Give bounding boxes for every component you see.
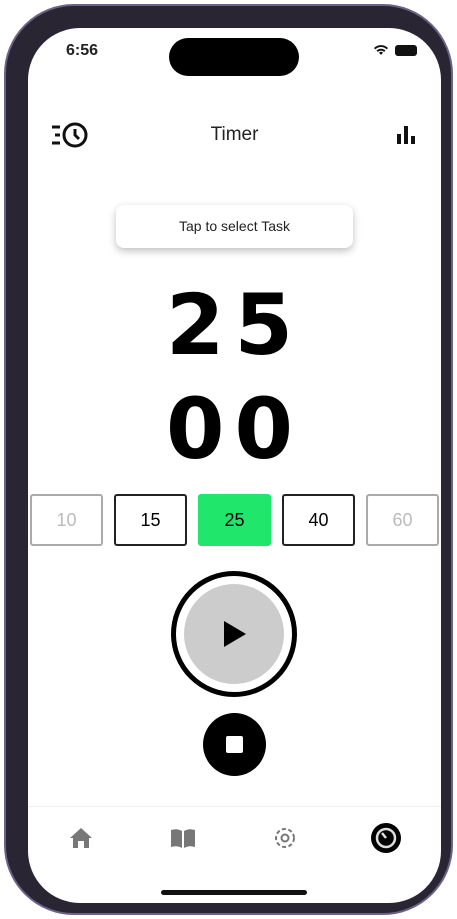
timer-seconds: 00 (166, 380, 303, 478)
tab-bar (28, 806, 441, 903)
stop-icon (226, 736, 243, 753)
home-icon[interactable] (66, 823, 96, 853)
timer-icon[interactable] (371, 823, 401, 853)
battery-icon (395, 44, 417, 56)
duration-option[interactable]: 40 (282, 494, 355, 546)
duration-option[interactable]: 10 (30, 494, 103, 546)
duration-option[interactable]: 60 (366, 494, 439, 546)
bar-chart-icon[interactable] (397, 126, 415, 144)
home-indicator (161, 890, 307, 895)
timer-minutes: 25 (166, 276, 303, 374)
screen: 6:56 Timer Tap to select Task 25 00 10 1… (28, 28, 441, 903)
stop-button[interactable] (203, 713, 266, 776)
phone-frame: 6:56 Timer Tap to select Task 25 00 10 1… (4, 4, 453, 915)
play-button[interactable] (171, 571, 297, 697)
header: Timer (28, 122, 441, 148)
duration-option-selected[interactable]: 25 (198, 494, 271, 546)
page-title: Timer (210, 124, 259, 145)
dynamic-island (169, 38, 299, 76)
duration-picker[interactable]: 10 15 25 40 60 (28, 494, 441, 546)
duration-option[interactable]: 15 (114, 494, 187, 546)
status-icons (373, 44, 417, 56)
gear-icon[interactable] (270, 823, 300, 853)
select-task-button[interactable]: Tap to select Task (116, 205, 353, 248)
wifi-icon (374, 45, 388, 55)
status-time: 6:56 (66, 42, 99, 59)
book-icon[interactable] (168, 823, 198, 853)
play-icon (224, 621, 246, 647)
